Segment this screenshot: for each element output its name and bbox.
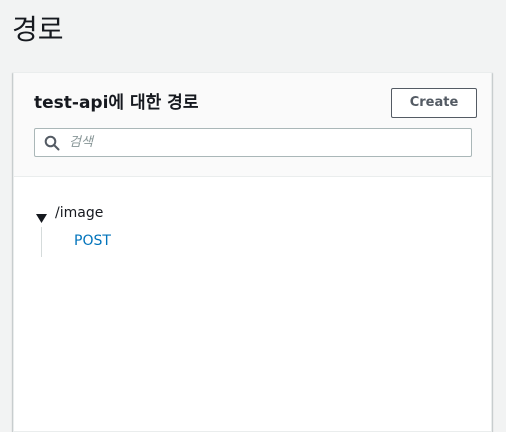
panel-title: test-api에 대한 경로 xyxy=(34,93,199,113)
search-input[interactable] xyxy=(69,129,465,156)
search-box[interactable] xyxy=(34,128,472,157)
search-icon xyxy=(44,135,60,151)
resources-panel: test-api에 대한 경로 Create /image POST xyxy=(13,72,492,432)
tree-children: POST xyxy=(41,227,141,257)
page-title: 경로 xyxy=(12,13,64,46)
caret-down-icon[interactable] xyxy=(36,208,47,223)
panel-header: test-api에 대한 경로 Create xyxy=(14,73,491,177)
create-button[interactable]: Create xyxy=(391,88,477,118)
resource-path-label[interactable]: /image xyxy=(55,203,103,223)
method-post-link[interactable]: POST xyxy=(74,231,111,251)
